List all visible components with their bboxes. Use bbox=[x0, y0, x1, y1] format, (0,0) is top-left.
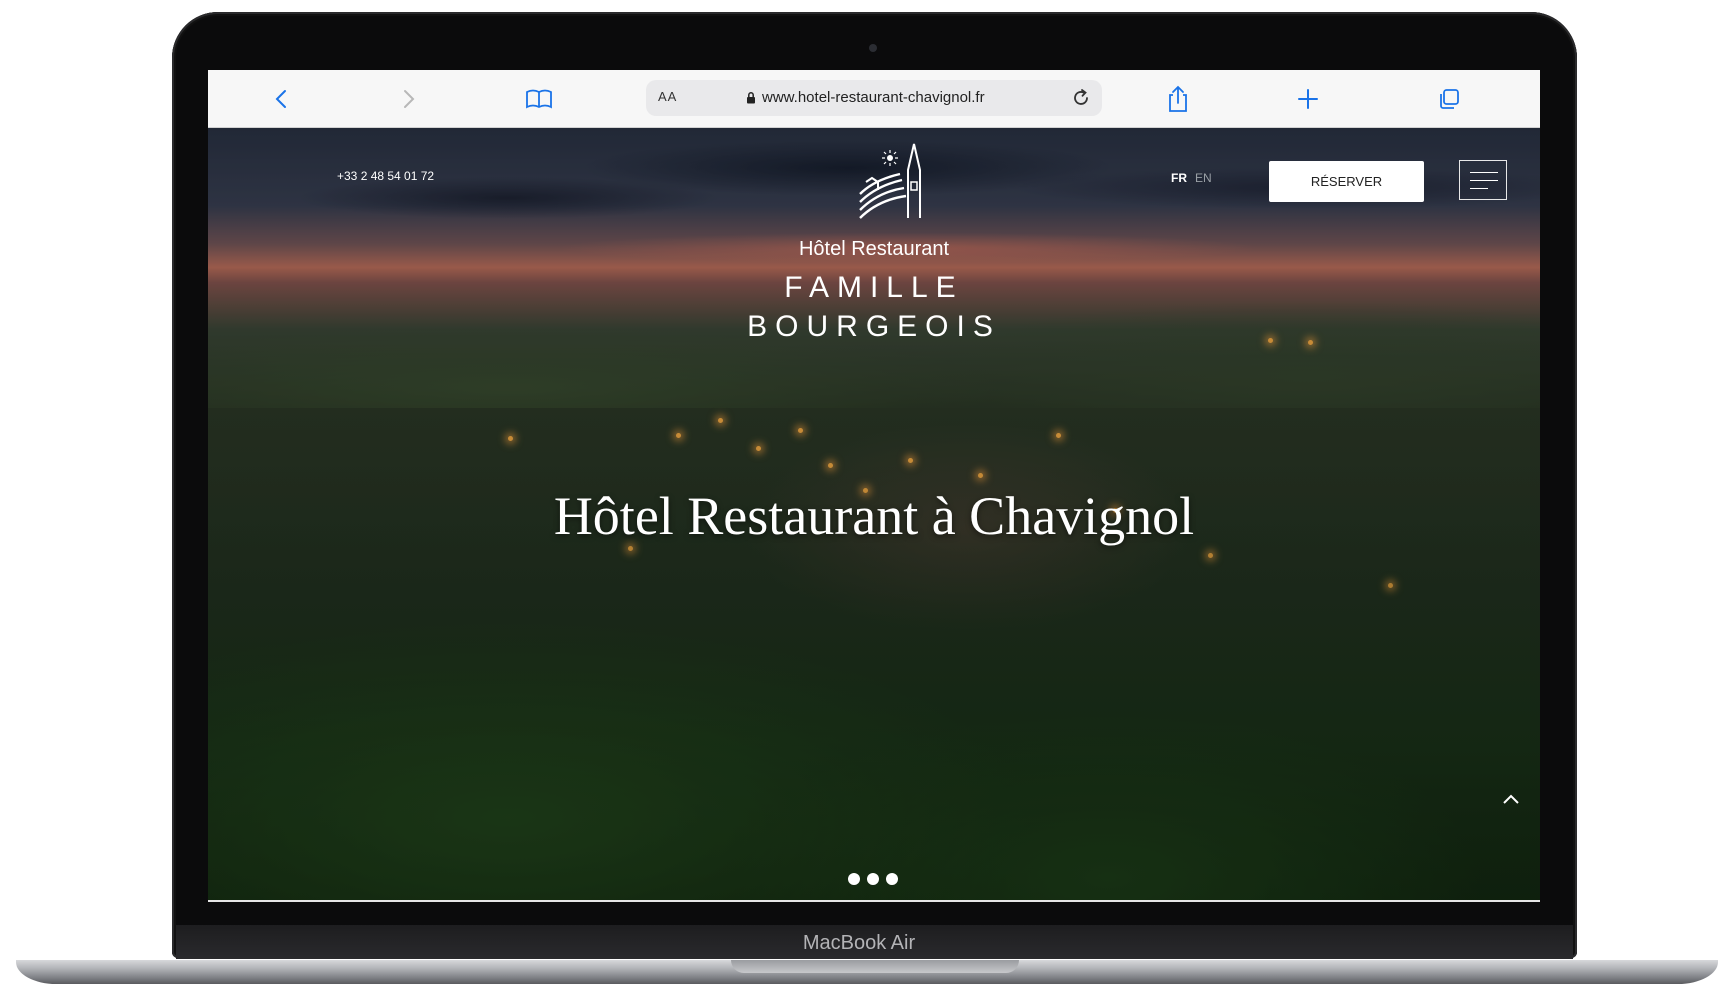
hotel-logo-icon[interactable] bbox=[768, 138, 988, 238]
screen-bottom-edge bbox=[208, 900, 1540, 902]
slider-dot[interactable] bbox=[886, 873, 898, 885]
slider-dots bbox=[848, 873, 898, 885]
lang-fr[interactable]: FR bbox=[1171, 171, 1187, 185]
language-switcher: FR EN bbox=[1171, 171, 1212, 185]
url-text: www.hotel-restaurant-chavignol.fr bbox=[762, 89, 985, 106]
new-tab-button[interactable] bbox=[1291, 82, 1325, 116]
address-bar[interactable]: AA www.hotel-restaurant-chavignol.fr bbox=[646, 80, 1102, 116]
logo-title-line2: BOURGEOIS bbox=[747, 310, 1001, 343]
lang-en[interactable]: EN bbox=[1195, 171, 1212, 185]
lock-icon bbox=[747, 92, 755, 104]
back-button[interactable] bbox=[264, 82, 298, 116]
chevron-left-icon bbox=[275, 90, 286, 108]
tabs-button[interactable] bbox=[1432, 82, 1466, 116]
share-icon bbox=[1169, 85, 1187, 112]
menu-button[interactable] bbox=[1459, 160, 1507, 200]
chevron-right-icon bbox=[404, 90, 415, 108]
browser-toolbar: AA www.hotel-restaurant-chavignol.fr bbox=[208, 70, 1540, 128]
hero-section: +33 2 48 54 01 72 Hôtel Restaurant FAMIL… bbox=[208, 128, 1540, 902]
laptop-notch bbox=[731, 960, 1019, 973]
phone-number[interactable]: +33 2 48 54 01 72 bbox=[337, 169, 434, 183]
url-display: www.hotel-restaurant-chavignol.fr bbox=[746, 89, 985, 106]
camera bbox=[869, 44, 877, 52]
reload-icon bbox=[1074, 89, 1088, 105]
reserve-button[interactable]: RÉSERVER bbox=[1269, 161, 1424, 202]
logo-title-line1: FAMILLE bbox=[784, 271, 964, 304]
plus-icon bbox=[1298, 89, 1318, 109]
tabs-icon bbox=[1440, 89, 1459, 109]
reload-button[interactable] bbox=[1066, 83, 1096, 113]
bookmarks-button[interactable] bbox=[522, 82, 556, 116]
reader-toggle[interactable]: AA bbox=[658, 89, 677, 104]
slider-dot[interactable] bbox=[867, 873, 879, 885]
device-label: MacBook Air bbox=[802, 932, 916, 954]
forward-button[interactable] bbox=[392, 82, 426, 116]
logo-subtitle: Hôtel Restaurant bbox=[798, 238, 950, 260]
hero-headline: Hôtel Restaurant à Chavignol bbox=[553, 486, 1195, 546]
screen: AA www.hotel-restaurant-chavignol.fr +33… bbox=[208, 70, 1540, 902]
book-icon bbox=[526, 89, 552, 109]
slider-dot[interactable] bbox=[848, 873, 860, 885]
share-button[interactable] bbox=[1161, 82, 1195, 116]
chevron-up-icon[interactable] bbox=[1501, 790, 1521, 810]
